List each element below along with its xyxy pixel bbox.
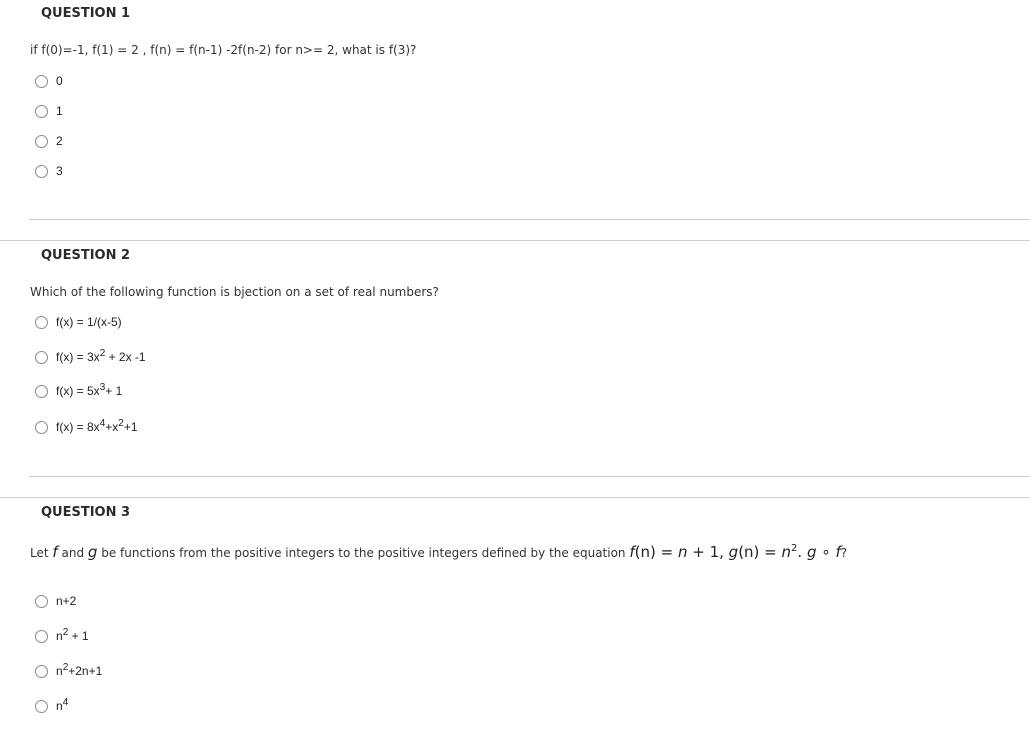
question-1-option-1[interactable]: 0	[35, 73, 63, 89]
question-2-option-1[interactable]: f(x) = 1/(x-5)	[35, 314, 122, 330]
radio-button[interactable]	[35, 664, 48, 678]
option-label: f(x) = 3x2 + 2x -1	[56, 348, 146, 365]
option-label: 0	[56, 74, 63, 88]
radio-button[interactable]	[35, 164, 48, 178]
question-divider-inner	[29, 476, 1030, 477]
radio-button[interactable]	[35, 104, 48, 118]
option-label: f(x) = 8x4+x2+1	[56, 418, 138, 435]
option-label: 1	[56, 104, 63, 118]
question-divider-inner	[29, 219, 1030, 220]
option-label: f(x) = 5x3+ 1	[56, 382, 123, 399]
radio-button[interactable]	[35, 134, 48, 148]
option-label: n4	[56, 697, 69, 714]
radio-button[interactable]	[35, 350, 48, 364]
radio-button[interactable]	[35, 420, 48, 434]
option-label: f(x) = 1/(x-5)	[56, 315, 122, 329]
radio-button[interactable]	[35, 629, 48, 643]
radio-button[interactable]	[35, 315, 48, 329]
question-3-option-4[interactable]: n4	[35, 698, 68, 714]
question-1-option-4[interactable]: 3	[35, 163, 63, 179]
question-3-option-3[interactable]: n2+2n+1	[35, 663, 102, 679]
radio-button[interactable]	[35, 74, 48, 88]
question-2-option-2[interactable]: f(x) = 3x2 + 2x -1	[35, 349, 146, 365]
question-1-title: QUESTION 1	[41, 6, 131, 21]
option-label: n2+2n+1	[56, 662, 103, 679]
option-label: 2	[56, 134, 63, 148]
question-3-option-1[interactable]: n+2	[35, 593, 76, 609]
question-2-title: QUESTION 2	[41, 248, 131, 263]
option-label: n+2	[56, 594, 77, 608]
option-label: 3	[56, 164, 63, 178]
radio-button[interactable]	[35, 384, 48, 398]
question-3-text: Let f and g be functions from the positi…	[30, 543, 848, 561]
question-2-option-3[interactable]: f(x) = 5x3+ 1	[35, 383, 122, 399]
radio-button[interactable]	[35, 699, 48, 713]
question-divider-outer	[0, 497, 1030, 498]
question-1-option-3[interactable]: 2	[35, 133, 63, 149]
question-divider-outer	[0, 240, 1030, 241]
question-3-title: QUESTION 3	[41, 505, 131, 520]
question-1-text: if f(0)=-1, f(1) = 2 , f(n) = f(n-1) -2f…	[30, 43, 417, 57]
radio-button[interactable]	[35, 594, 48, 608]
question-3-option-2[interactable]: n2 + 1	[35, 628, 89, 644]
option-label: n2 + 1	[56, 627, 89, 644]
question-1-option-2[interactable]: 1	[35, 103, 63, 119]
question-2-option-4[interactable]: f(x) = 8x4+x2+1	[35, 419, 138, 435]
question-2-text: Which of the following function is bject…	[30, 285, 439, 299]
